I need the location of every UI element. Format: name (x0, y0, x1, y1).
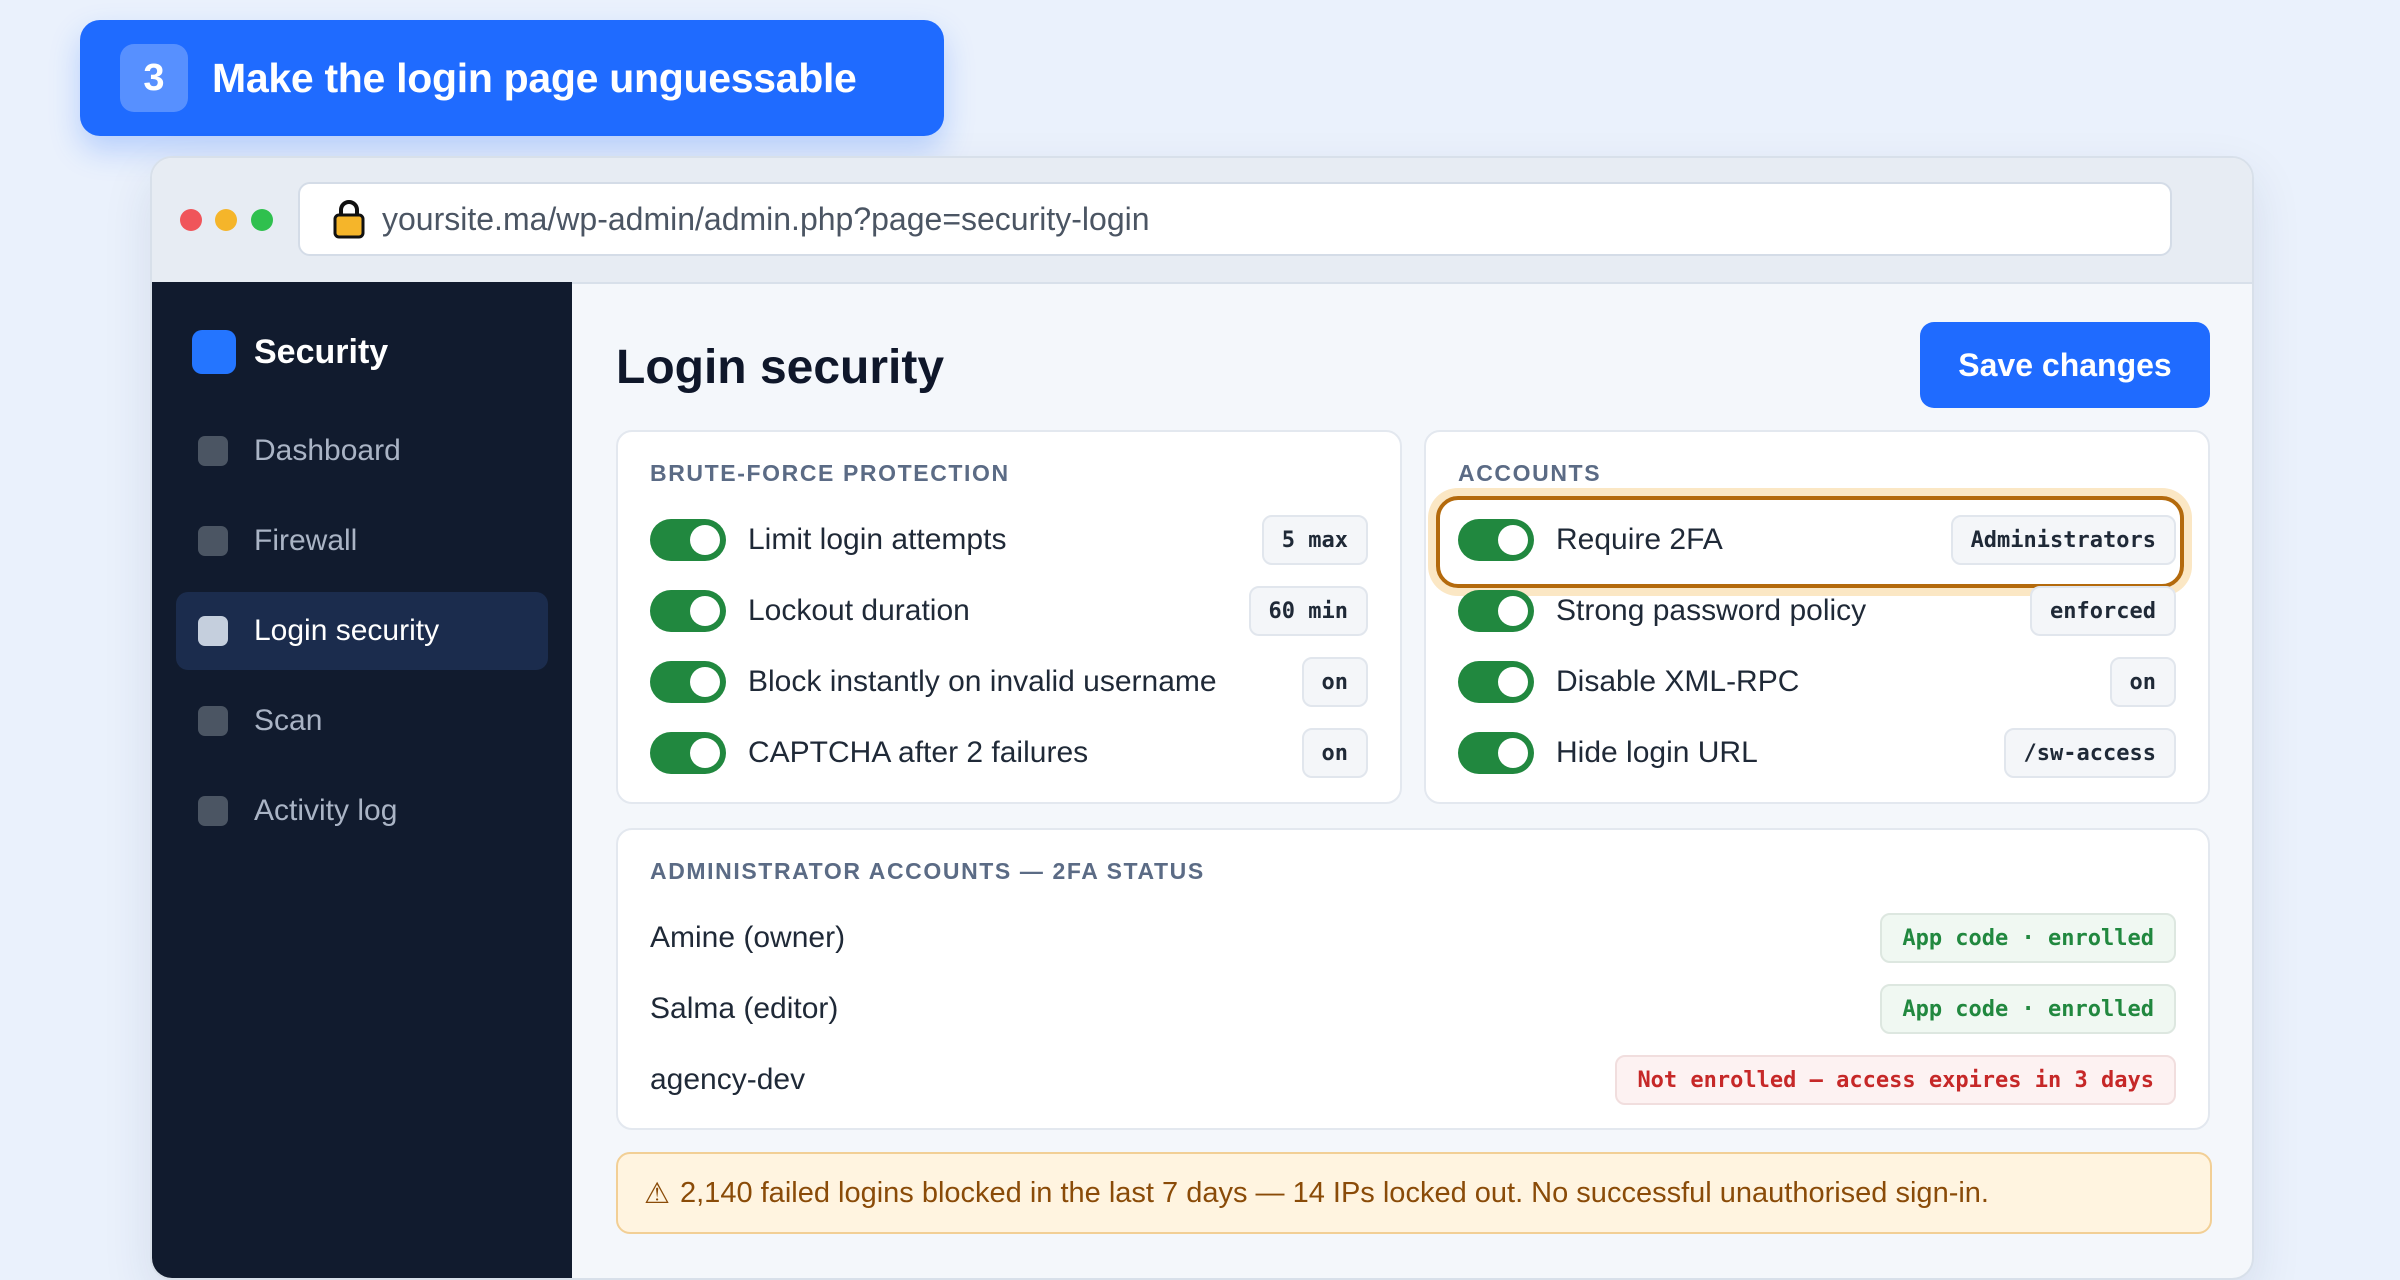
sidebar-item-label: Scan (254, 704, 323, 737)
toggle-switch[interactable] (650, 732, 726, 774)
sidebar-item-firewall[interactable]: Firewall (176, 502, 548, 580)
save-changes-button[interactable]: Save changes (1920, 322, 2210, 408)
setting-row-captcha: CAPTCHA after 2 failures on (650, 727, 1368, 779)
alert-banner: ⚠ 2,140 failed logins blocked in the las… (616, 1152, 2212, 1234)
scan-icon (198, 706, 228, 736)
dashboard-icon (198, 436, 228, 466)
setting-row-disable-xml-rpc: Disable XML-RPC on (1458, 656, 2176, 708)
browser-window: yoursite.ma/wp-admin/admin.php?page=secu… (150, 156, 2254, 1280)
setting-value[interactable]: 60 min (1248, 586, 1368, 636)
login-security-icon (198, 616, 228, 646)
setting-value[interactable]: on (1301, 728, 1368, 778)
toggle-switch[interactable] (650, 590, 726, 632)
setting-value[interactable]: 5 max (1261, 515, 1368, 565)
step-title: Make the login page unguessable (212, 54, 857, 101)
admin-row: Salma (editor) App code · enrolled (650, 983, 2176, 1035)
setting-label: Require 2FA (1556, 523, 1723, 556)
accounts-card: ACCOUNTS Require 2FA Administrators Stro… (1424, 430, 2210, 804)
setting-label: Block instantly on invalid username (748, 665, 1217, 698)
minimize-window-button[interactable] (215, 209, 237, 231)
alert-text: 2,140 failed logins blocked in the last … (680, 1176, 1989, 1209)
setting-label: Strong password policy (1556, 594, 1867, 627)
step-banner: 3 Make the login page unguessable (80, 20, 944, 136)
setting-row-hide-login-url: Hide login URL /sw-access (1458, 727, 2176, 779)
sidebar: Security Dashboard Firewall Login securi… (152, 282, 572, 1278)
toggle-switch[interactable] (1458, 590, 1534, 632)
setting-label: Lockout duration (748, 594, 970, 627)
close-window-button[interactable] (180, 209, 202, 231)
sidebar-item-label: Activity log (254, 794, 398, 827)
setting-row-limit-login-attempts: Limit login attempts 5 max (650, 514, 1368, 566)
main-content: Login security Save changes BRUTE-FORCE … (572, 282, 2252, 1278)
setting-row-lockout-duration: Lockout duration 60 min (650, 585, 1368, 637)
admin-name: Salma (editor) (650, 992, 839, 1025)
setting-value[interactable]: /sw-access (2003, 728, 2176, 778)
toggle-switch[interactable] (1458, 519, 1534, 561)
maximize-window-button[interactable] (251, 209, 273, 231)
sidebar-item-scan[interactable]: Scan (176, 682, 548, 760)
step-number: 3 (120, 44, 188, 112)
setting-label: CAPTCHA after 2 failures (748, 736, 1089, 769)
activity-log-icon (198, 796, 228, 826)
setting-value[interactable]: Administrators (1950, 515, 2176, 565)
lock-icon (332, 199, 366, 239)
sidebar-item-dashboard[interactable]: Dashboard (176, 412, 548, 490)
setting-value[interactable]: on (2109, 657, 2176, 707)
setting-label: Hide login URL (1556, 736, 1758, 769)
admin-row: agency-dev Not enrolled — access expires… (650, 1054, 2176, 1106)
admin-name: agency-dev (650, 1063, 806, 1096)
admin-row: Amine (owner) App code · enrolled (650, 912, 2176, 964)
sidebar-item-label: Firewall (254, 524, 358, 557)
setting-row-block-invalid-username: Block instantly on invalid username on (650, 656, 1368, 708)
toggle-switch[interactable] (1458, 661, 1534, 703)
browser-chrome: yoursite.ma/wp-admin/admin.php?page=secu… (152, 158, 2252, 284)
admin-accounts-card: ADMINISTRATOR ACCOUNTS — 2FA STATUS Amin… (616, 828, 2210, 1130)
url-text: yoursite.ma/wp-admin/admin.php?page=secu… (382, 200, 1150, 237)
page-title: Login security (616, 341, 945, 394)
address-bar[interactable]: yoursite.ma/wp-admin/admin.php?page=secu… (298, 182, 2172, 256)
firewall-icon (198, 526, 228, 556)
sidebar-item-login-security[interactable]: Login security (176, 592, 548, 670)
status-badge: App code · enrolled (1880, 984, 2176, 1034)
sidebar-item-label: Dashboard (254, 434, 401, 467)
card-title: ADMINISTRATOR ACCOUNTS — 2FA STATUS (650, 858, 1205, 884)
setting-row-strong-password: Strong password policy enforced (1458, 585, 2176, 637)
toggle-switch[interactable] (650, 661, 726, 703)
admin-name: Amine (owner) (650, 921, 846, 954)
setting-row-require-2fa: Require 2FA Administrators (1458, 514, 2176, 566)
sidebar-item-activity-log[interactable]: Activity log (176, 772, 548, 850)
card-title: BRUTE-FORCE PROTECTION (650, 460, 1010, 486)
status-badge: App code · enrolled (1880, 913, 2176, 963)
setting-label: Disable XML-RPC (1556, 665, 1800, 698)
setting-label: Limit login attempts (748, 523, 1007, 556)
toggle-switch[interactable] (650, 519, 726, 561)
toggle-switch[interactable] (1458, 732, 1534, 774)
brand-name: Security (254, 332, 389, 371)
card-title: ACCOUNTS (1458, 460, 1602, 486)
warning-icon: ⚠ (644, 1177, 670, 1210)
setting-value[interactable]: on (1301, 657, 1368, 707)
setting-value[interactable]: enforced (2030, 586, 2176, 636)
sidebar-item-label: Login security (254, 614, 440, 647)
brand-logo-icon (192, 330, 236, 374)
brute-force-card: BRUTE-FORCE PROTECTION Limit login attem… (616, 430, 1402, 804)
brand: Security (192, 330, 388, 374)
status-badge: Not enrolled — access expires in 3 days (1615, 1055, 2176, 1105)
